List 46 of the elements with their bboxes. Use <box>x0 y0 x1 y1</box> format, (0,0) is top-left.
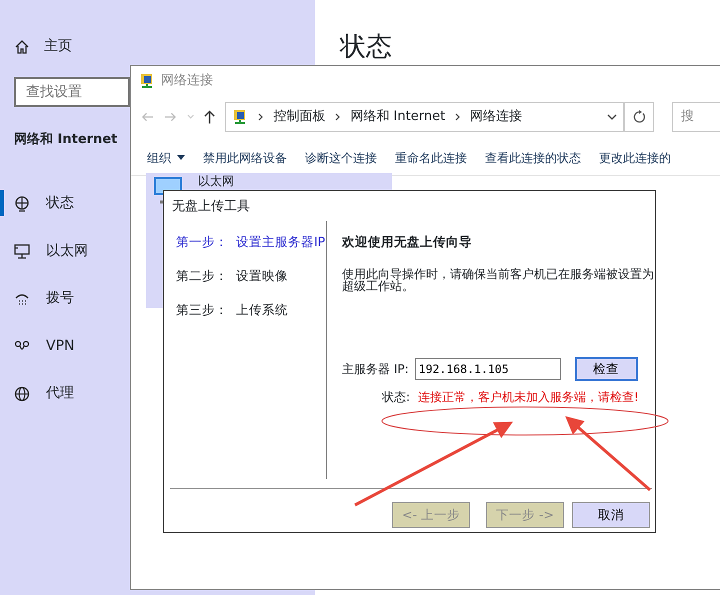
nav-item[interactable]: 代理 <box>0 370 130 418</box>
home-link[interactable]: 主页 <box>44 36 72 57</box>
nav-item[interactable]: 以太网 <box>0 228 130 275</box>
wizard-description: 使用此向导操作时，请确保当前客户机已在服务端被设置为超级工作站。 <box>342 268 654 293</box>
monitor-icon <box>14 243 30 260</box>
refresh-icon <box>632 110 646 124</box>
toolbar-button[interactable]: 禁用此网络设备 <box>197 148 299 166</box>
globe-monitor-icon <box>14 196 30 212</box>
chevron-icon[interactable] <box>607 114 618 120</box>
nav-item[interactable]: 拨号 <box>0 275 130 322</box>
breadcrumb-item[interactable]: 网络连接 <box>470 107 522 127</box>
up-icon[interactable] <box>204 110 216 124</box>
nav-item[interactable]: 状态 <box>0 180 130 228</box>
wizard-step[interactable]: 第一步： 设置主服务器IP <box>176 233 326 267</box>
wizard-button[interactable]: 取消 <box>572 502 650 528</box>
ip-field[interactable]: 192.168.1.105 <box>414 358 561 380</box>
search-field[interactable]: 查找设置 <box>14 77 130 107</box>
toolbar-button[interactable]: 重命名此连接 <box>389 148 479 166</box>
toolbar-button[interactable]: 诊断这个连接 <box>299 148 389 166</box>
breadcrumb-item[interactable]: 控制面板 <box>273 107 326 127</box>
window-title: 网络连接 <box>161 72 213 90</box>
chevron-right-icon <box>258 113 264 121</box>
address-bar[interactable]: 控制面板 网络和 Internet 网络连接 <box>225 102 624 132</box>
selection-indicator <box>0 190 4 216</box>
search-field[interactable]: 搜 <box>672 102 720 132</box>
network-icon <box>139 73 155 89</box>
home-icon <box>14 38 30 54</box>
section-heading: 网络和 Internet <box>14 131 118 149</box>
chevron-right-icon <box>335 113 340 121</box>
page-title: 状态 <box>340 31 392 64</box>
wizard-heading: 欢迎使用无盘上传向导 <box>342 233 473 251</box>
wizard-step[interactable]: 第二步： 设置映像 <box>176 267 326 301</box>
globe-icon <box>14 386 30 402</box>
field-label: 主服务器 IP: <box>342 361 409 378</box>
refresh-button[interactable] <box>624 102 654 132</box>
toolbar-button[interactable]: 更改此连接的 <box>593 148 683 166</box>
chevron-right-icon <box>455 113 460 121</box>
nav-item[interactable]: VPN <box>0 322 130 370</box>
wizard-step[interactable]: 第三步： 上传系统 <box>176 301 326 335</box>
breadcrumb-item[interactable]: 网络和 Internet <box>350 107 446 127</box>
dialog-title: 无盘上传工具 <box>172 198 250 216</box>
status-label: 状态: <box>382 389 410 406</box>
toolbar-button[interactable]: 组织 <box>141 148 197 166</box>
status-message: 连接正常，客户机未加入服务端，请检查! <box>418 389 639 406</box>
toolbar-button[interactable]: 查看此连接的状态 <box>479 148 593 166</box>
check-button[interactable]: 检查 <box>574 357 638 381</box>
